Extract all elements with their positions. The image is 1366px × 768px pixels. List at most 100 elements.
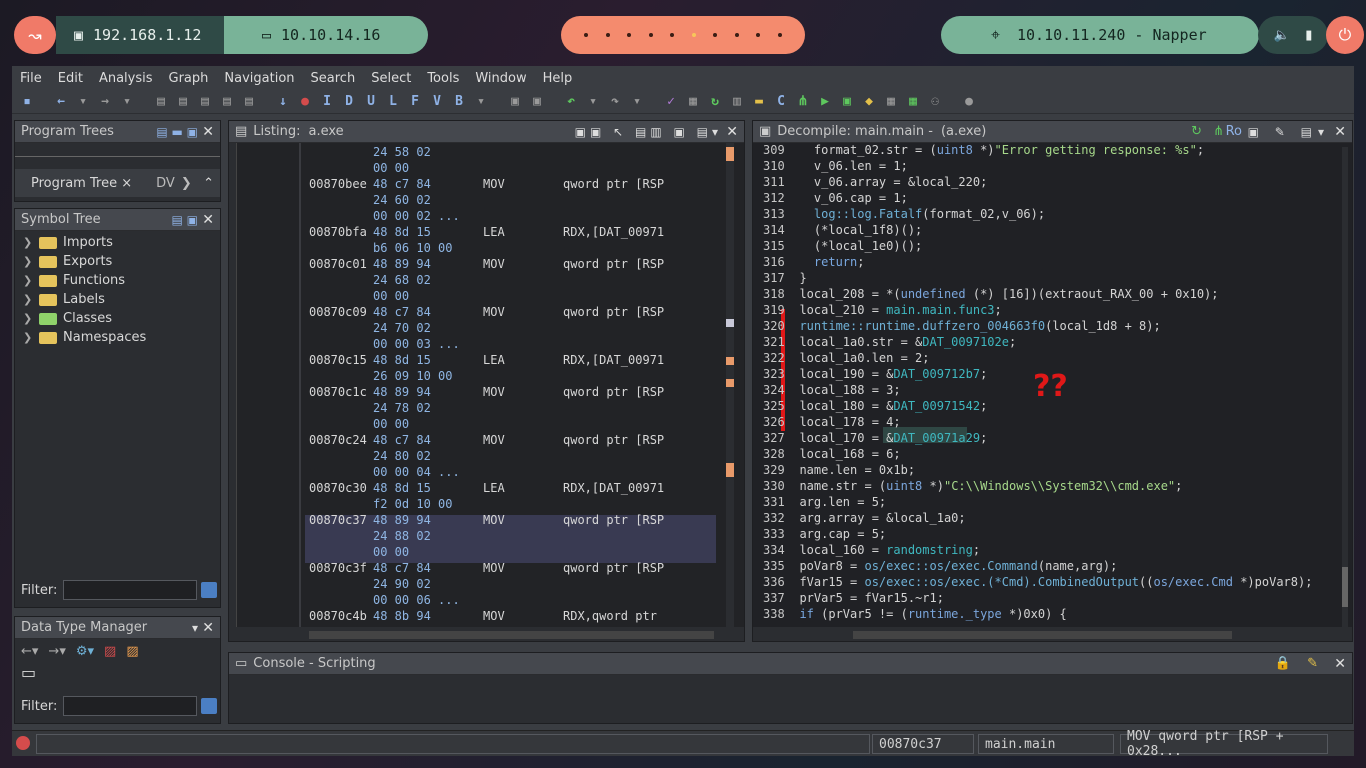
chevron-down-icon[interactable]: ▾ [192, 621, 198, 635]
menu-navigation[interactable]: Navigation [224, 71, 294, 86]
code-line[interactable]: 312 v_06.cap = 1; [753, 191, 908, 207]
code-line[interactable]: 317 } [753, 271, 807, 287]
graph-icon[interactable]: ⋔ [1213, 124, 1224, 139]
data-type-filter-input[interactable] [63, 696, 198, 716]
code-line[interactable]: 336 fVar15 = os/exec::os/exec.(*Cmd).Com… [753, 575, 1312, 591]
redo-icon[interactable]: ↷ [606, 93, 624, 111]
close-icon[interactable]: ✕ [202, 212, 214, 228]
code-line[interactable]: 334 local_160 = randomstring; [753, 543, 980, 559]
menu-help[interactable]: Help [543, 71, 573, 86]
menu-file[interactable]: File [20, 71, 42, 86]
symbol-tree-item-functions[interactable]: ❯ Functions [15, 271, 220, 290]
code-line[interactable]: 324 local_188 = 3; [753, 383, 901, 399]
code-line[interactable]: 323 local_190 = &DAT_009712b7; [753, 367, 987, 383]
code-line[interactable]: 327 local_170 = &DAT_00971a29; [753, 431, 987, 447]
refresh-icon[interactable]: ↻ [706, 93, 724, 111]
code-line[interactable]: 333 arg.cap = 5; [753, 527, 886, 543]
back-icon[interactable]: ← [52, 93, 70, 111]
chevron-right-icon[interactable]: ❯ [23, 312, 39, 325]
workspace-dot[interactable] [670, 33, 675, 37]
workspace-dot[interactable] [756, 33, 761, 37]
volume-icon[interactable]: 🔈 [1274, 28, 1290, 43]
chevron-right-icon[interactable]: ❯ [23, 331, 39, 344]
prev-data-icon[interactable]: ▤ [152, 93, 170, 111]
menu-graph[interactable]: Graph [169, 71, 209, 86]
menu-tools[interactable]: Tools [427, 71, 459, 86]
tab-program-tree[interactable]: Program Tree × [31, 176, 132, 191]
people-icon[interactable]: ⚇ [926, 93, 944, 111]
menu-window[interactable]: Window [475, 71, 526, 86]
code-line[interactable]: 315 (*local_1e0)(); [753, 239, 922, 255]
f-icon[interactable]: F [406, 93, 424, 111]
undo-icon[interactable]: ↶ [562, 93, 580, 111]
symbol-tree-item-imports[interactable]: ❯ Imports [15, 233, 220, 252]
workspace-dot[interactable] [627, 33, 632, 37]
symbol-tree-item-exports[interactable]: ❯ Exports [15, 252, 220, 271]
menu-search[interactable]: Search [311, 71, 356, 86]
refresh-icon[interactable]: ↻ [1191, 124, 1202, 139]
chevron-right-icon[interactable]: ❯ [181, 176, 192, 191]
code-line[interactable]: 320 runtime::runtime.duffzero_004663f0(l… [753, 319, 1161, 335]
listing-view[interactable]: 24 58 02 00 00 00870bee 48 c7 84 MOV qword pt… [229, 143, 744, 627]
chevron-right-icon[interactable]: ❯ [23, 236, 39, 249]
code-line[interactable]: 325 local_180 = &DAT_00971542; [753, 399, 987, 415]
table-icon[interactable]: ▦ [882, 93, 900, 111]
tab-dv[interactable]: DV [156, 176, 175, 191]
listing-actions-icon[interactable]: ▣▣ ↖ ▤▥ ▣ ▤▾ [575, 125, 722, 139]
symbol-tree-actions-icon[interactable]: ▤ ▣ [172, 213, 199, 227]
code-line[interactable]: 316 return; [753, 255, 865, 271]
listing-scrollbar[interactable] [726, 143, 734, 627]
forward-icon[interactable]: →▾ [48, 644, 65, 659]
code-line[interactable]: 311 v_06.array = &local_220; [753, 175, 987, 191]
symbol-tree-item-namespaces[interactable]: ❯ Namespaces [15, 328, 220, 347]
b-icon[interactable]: B [450, 93, 468, 111]
code-line[interactable]: 337 prVar5 = fVar15.~r1; [753, 591, 944, 607]
memory-icon[interactable]: ▥ [728, 93, 746, 111]
u-icon[interactable]: U [362, 93, 380, 111]
menu-analysis[interactable]: Analysis [99, 71, 153, 86]
symbol-filter-input[interactable] [63, 580, 198, 600]
copy-icon[interactable]: ▣ [506, 93, 524, 111]
code-line[interactable]: 322 local_1a0.len = 2; [753, 351, 930, 367]
code-line[interactable]: 319 local_210 = main.main.func3; [753, 303, 1002, 319]
chevron-right-icon[interactable]: ❯ [23, 274, 39, 287]
undefined-icon[interactable]: ▤ [240, 93, 258, 111]
next-instr-icon[interactable]: ▤ [218, 93, 236, 111]
read-only-toggle[interactable]: Ro [1226, 124, 1242, 139]
decompile-actions-icon[interactable]: ▣ ✎ ▤▾ [1248, 125, 1330, 139]
prev-instr-icon[interactable]: ▤ [196, 93, 214, 111]
workspace-dot[interactable] [584, 33, 589, 37]
close-icon[interactable]: ✕ [1334, 656, 1346, 672]
collapse-icon[interactable]: ▭ [15, 663, 220, 682]
launcher-button[interactable]: ↝ [14, 16, 56, 54]
decompile-hscroll[interactable] [853, 631, 1232, 639]
close-icon[interactable]: ✕ [202, 124, 214, 140]
next-data-icon[interactable]: ▤ [174, 93, 192, 111]
code-line[interactable]: 330 name.str = (uint8 *)"C:\\Windows\\Sy… [753, 479, 1182, 495]
listing-hscroll[interactable] [309, 631, 714, 639]
code-line[interactable]: 310 v_06.len = 1; [753, 159, 908, 175]
filter-options-icon[interactable] [201, 698, 218, 714]
symbol-tree-item-labels[interactable]: ❯ Labels [15, 290, 220, 309]
chevron-down-icon[interactable]: ▾ [628, 93, 646, 111]
back-icon[interactable]: ←▾ [21, 644, 38, 659]
help-icon[interactable]: ● [960, 93, 978, 111]
run-icon[interactable]: ▶ [816, 93, 834, 111]
c-icon[interactable]: C [772, 93, 790, 111]
filter-red-icon[interactable]: ▨ [126, 644, 138, 659]
code-line[interactable]: 318 local_208 = *(undefined (*) [16])(ex… [753, 287, 1219, 303]
workspace-dot[interactable] [713, 33, 718, 37]
chevron-down-icon[interactable]: ▾ [584, 93, 602, 111]
paste-icon[interactable]: ▣ [528, 93, 546, 111]
code-line[interactable]: 328 local_168 = 6; [753, 447, 901, 463]
code-line[interactable]: 309 format_02.str = (uint8 *)"Error gett… [753, 143, 1204, 159]
debug-icon[interactable]: ▣ [838, 93, 856, 111]
chevron-right-icon[interactable]: ❯ [23, 293, 39, 306]
l-icon[interactable]: L [384, 93, 402, 111]
code-line[interactable]: 329 name.len = 0x1b; [753, 463, 915, 479]
archive-icon[interactable]: ⚙▾ [76, 644, 94, 659]
menu-select[interactable]: Select [371, 71, 411, 86]
code-line[interactable]: 338 if (prVar5 != (runtime._type *)0x0) … [753, 607, 1067, 623]
workspace-dot[interactable] [777, 33, 782, 37]
check-icon[interactable]: ✓ [662, 93, 680, 111]
